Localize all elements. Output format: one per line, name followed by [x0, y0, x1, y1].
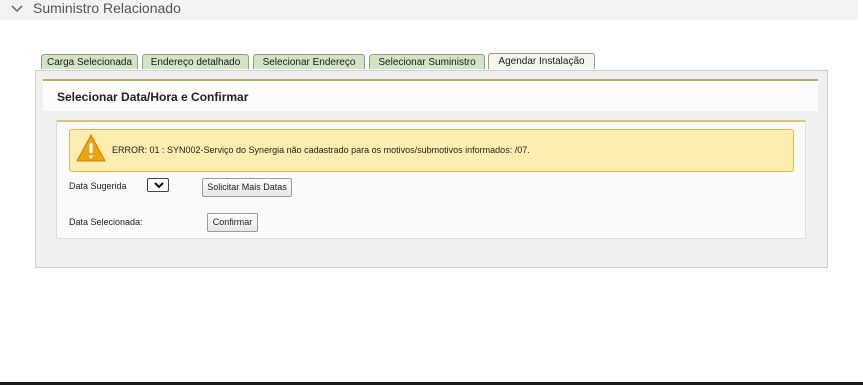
tab-endereco-detalhado[interactable]: Endereço detalhado: [142, 54, 249, 69]
tab-selecionar-suministro[interactable]: Selecionar Suministro: [369, 54, 485, 69]
tab-selecionar-endereco[interactable]: Selecionar Endereço: [253, 54, 365, 69]
chevron-down-icon[interactable]: [10, 2, 24, 16]
chevron-down-icon: [154, 182, 164, 189]
tab-agendar-instalacao[interactable]: Agendar Instalação: [488, 53, 595, 69]
error-message-box: ERROR: 01 : SYN002-Serviço do Synergia n…: [69, 129, 794, 172]
data-sugerida-select[interactable]: [147, 178, 169, 192]
confirmar-button[interactable]: Confirmar: [207, 213, 258, 232]
panel-title: Selecionar Data/Hora e Confirmar: [57, 90, 249, 104]
data-selecionada-label: Data Selecionada:: [69, 217, 143, 227]
section-header[interactable]: Suministro Relacionado: [0, 0, 858, 20]
warning-icon: [76, 134, 106, 162]
data-sugerida-label: Data Sugerida: [69, 181, 127, 191]
section-title: Suministro Relacionado: [33, 0, 181, 16]
solicitar-mais-datas-button[interactable]: Solicitar Mais Datas: [202, 178, 292, 197]
panel-title-bar: Selecionar Data/Hora e Confirmar: [43, 79, 818, 111]
error-text: ERROR: 01 : SYN002-Serviço do Synergia n…: [112, 145, 530, 155]
tab-carga-selecionada[interactable]: Carga Selecionada: [41, 54, 138, 69]
